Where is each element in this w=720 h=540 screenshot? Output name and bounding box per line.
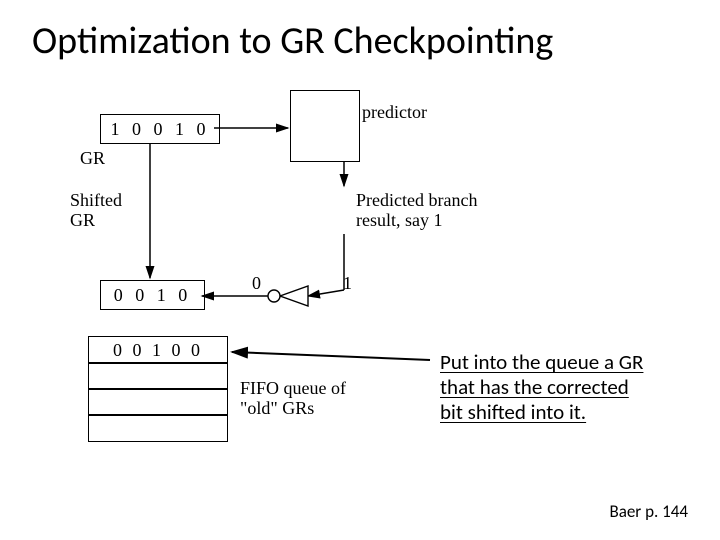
annotation-text: Put into the queue a GR that has the cor… [440, 350, 710, 426]
annotation-line-2: that has the corrected [440, 374, 629, 400]
slide-title: Optimization to GR Checkpointing [32, 18, 553, 64]
annotation-line-3: bit shifted into it. [440, 399, 586, 425]
annotation-line-1: Put into the queue a GR [440, 349, 643, 375]
citation: Baer p. 144 [609, 501, 688, 522]
